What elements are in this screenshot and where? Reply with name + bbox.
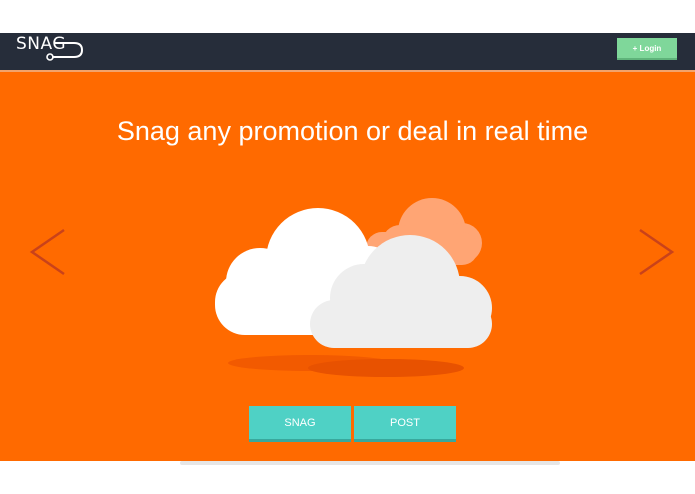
- logo[interactable]: SNAG: [16, 34, 84, 66]
- chevron-left-icon[interactable]: [26, 222, 70, 282]
- hook-icon: [46, 42, 84, 61]
- post-button[interactable]: POST: [354, 406, 456, 442]
- hero-carousel: Snag any promotion or deal in real time: [0, 72, 695, 461]
- snag-button[interactable]: SNAG: [249, 406, 351, 442]
- page: SNAG + Login Snag any promotion or deal …: [0, 0, 695, 494]
- divider: [180, 461, 560, 465]
- cloud-illustration: [215, 198, 492, 377]
- action-buttons: SNAG POST: [249, 406, 456, 442]
- navbar: SNAG + Login: [0, 33, 695, 72]
- hero-headline: Snag any promotion or deal in real time: [116, 116, 589, 146]
- chevron-right-icon[interactable]: [634, 222, 678, 282]
- login-button[interactable]: + Login: [617, 38, 677, 60]
